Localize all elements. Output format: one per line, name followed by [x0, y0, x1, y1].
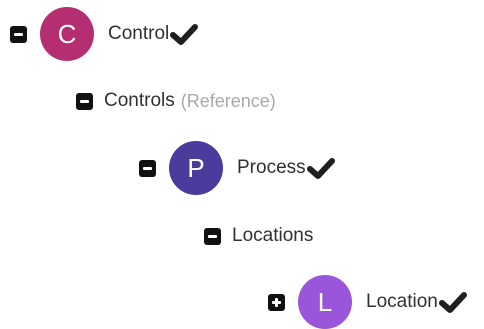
avatar-process: P [169, 141, 223, 195]
reference-qualifier: (Reference) [180, 90, 276, 111]
tree-node-control: C Control [10, 7, 199, 61]
collapse-icon[interactable] [139, 159, 156, 177]
collapse-icon[interactable] [10, 25, 27, 43]
collapse-icon[interactable] [204, 227, 221, 245]
avatar-location: L [298, 275, 352, 329]
tree-node-controls-reference: Controls (Reference) [76, 90, 276, 112]
tree-node-location: L Location [268, 275, 467, 329]
collapse-icon[interactable] [76, 92, 93, 110]
checkmark-icon [170, 24, 199, 45]
avatar-control: C [40, 7, 94, 61]
node-label-process[interactable]: Process [237, 157, 306, 179]
node-label-location[interactable]: Location [366, 291, 438, 313]
tree-node-process: P Process [139, 141, 335, 195]
node-label-controls[interactable]: Controls [104, 90, 175, 112]
expand-icon[interactable] [268, 293, 285, 311]
tree-node-locations: Locations [204, 225, 313, 247]
checkmark-icon [438, 292, 467, 313]
node-label-control[interactable]: Control [108, 23, 169, 45]
node-label-locations[interactable]: Locations [232, 225, 313, 247]
checkmark-icon [306, 158, 335, 179]
